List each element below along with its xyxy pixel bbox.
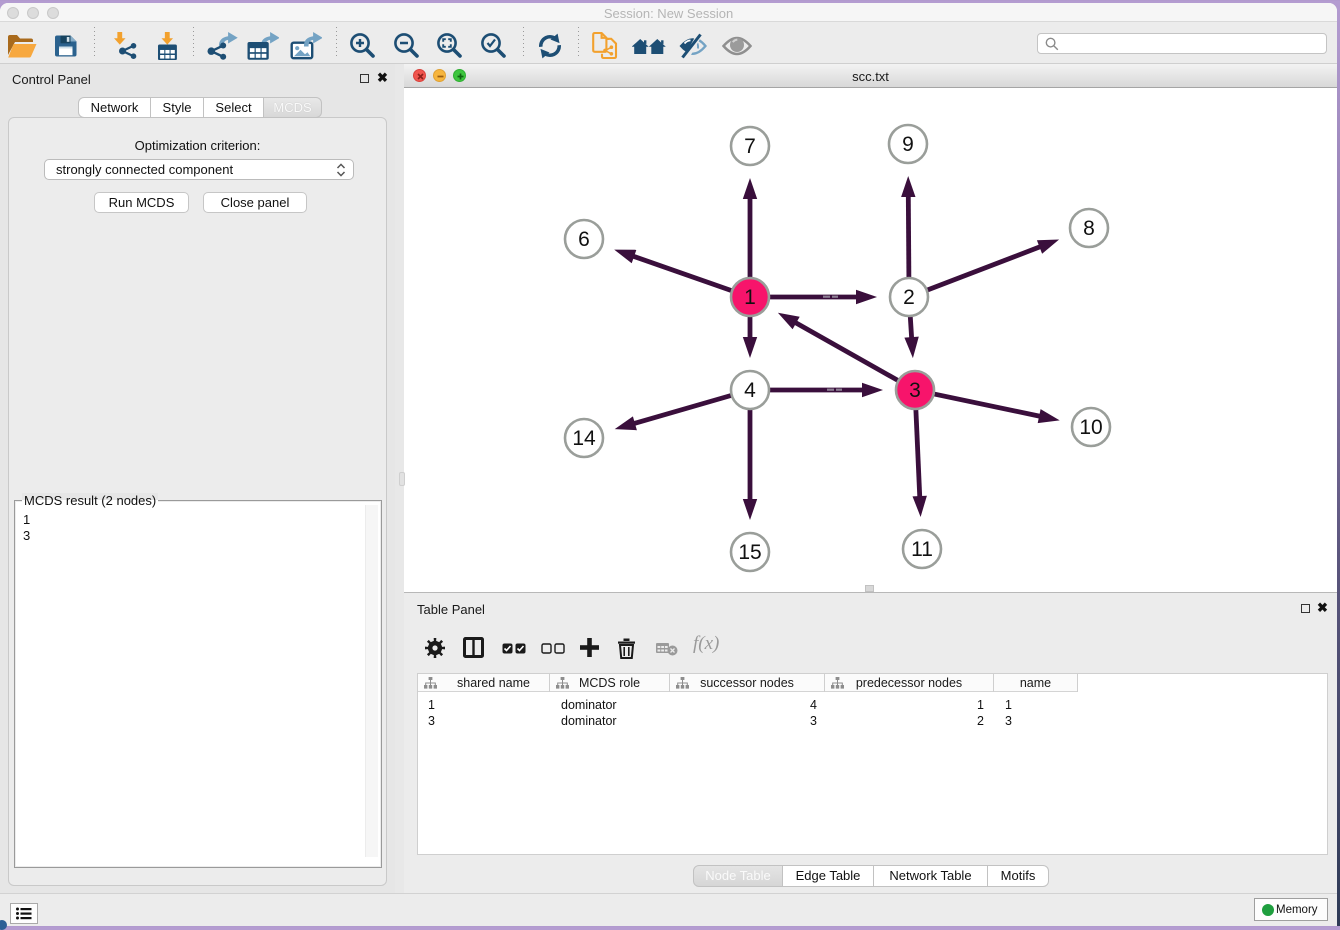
svg-text:9: 9 — [902, 133, 914, 156]
svg-text:4: 4 — [744, 379, 756, 402]
svg-text:8: 8 — [1083, 217, 1095, 240]
svg-text:15: 15 — [738, 541, 761, 564]
svg-text:2: 2 — [903, 286, 915, 309]
svg-text:11: 11 — [911, 538, 933, 561]
svg-text:14: 14 — [572, 427, 596, 450]
svg-text:7: 7 — [744, 135, 756, 158]
svg-text:10: 10 — [1079, 416, 1102, 439]
svg-text:1: 1 — [744, 286, 756, 309]
svg-text:3: 3 — [909, 379, 921, 402]
svg-text:6: 6 — [578, 228, 590, 251]
